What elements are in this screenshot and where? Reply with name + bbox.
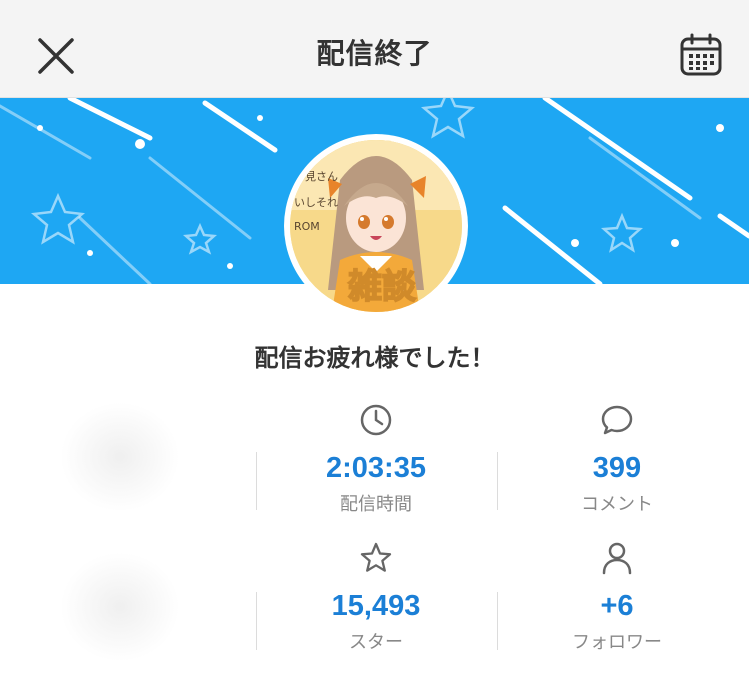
comments-label: コメント	[581, 494, 653, 515]
followers-value: +6	[600, 590, 634, 622]
followers-label: フォロワー	[572, 632, 662, 653]
avatar-side-text-3: ROM	[294, 220, 320, 233]
stat-duration: 2:03:35 配信時間	[256, 402, 496, 516]
avatar-side-text-2: いしそれ	[294, 196, 338, 209]
stat-comments: 399 コメント	[497, 402, 737, 516]
stat-followers: +6 フォロワー	[497, 540, 737, 654]
stream-thumbnail-avatar: お見さん いしそれ ROM 雑談	[284, 134, 468, 318]
duration-label: 配信時間	[340, 494, 412, 515]
avatar-caption: 雑談	[347, 267, 417, 307]
calendar-button[interactable]	[675, 29, 727, 81]
duration-value: 2:03:35	[326, 452, 426, 484]
streamer-avatar-illustration: お見さん いしそれ ROM 雑談	[290, 140, 462, 312]
avatar-side-text-1: お見さん	[294, 170, 338, 183]
person-icon	[602, 542, 632, 575]
page-title: 配信終了	[316, 37, 433, 70]
thank-you-message: 配信お疲れ様でした！	[254, 344, 495, 372]
comments-value: 399	[592, 452, 642, 484]
stars-label: スター	[349, 632, 403, 653]
blurred-region	[60, 552, 180, 662]
header-bar: 配信終了	[0, 0, 749, 98]
blurred-region	[60, 402, 180, 512]
clock-icon	[360, 404, 392, 436]
star-icon	[360, 542, 392, 572]
comment-icon	[601, 405, 633, 435]
calendar-icon	[680, 33, 722, 76]
stars-value: 15,493	[331, 590, 421, 622]
stat-stars: 15,493 スター	[256, 540, 496, 654]
